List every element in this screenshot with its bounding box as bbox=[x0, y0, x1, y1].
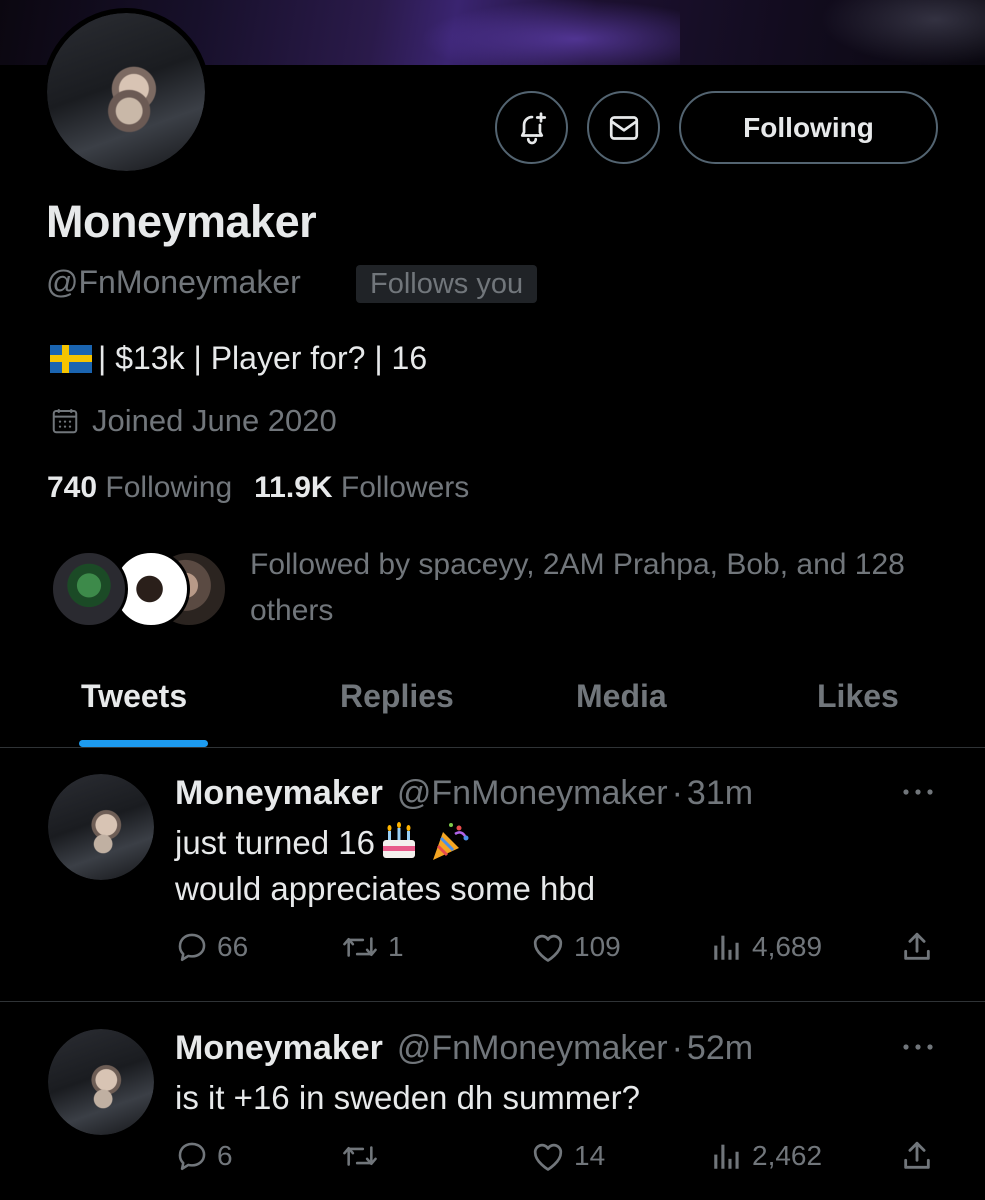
retweet-count: 1 bbox=[388, 931, 404, 962]
message-button[interactable] bbox=[587, 91, 660, 164]
tweet-header: Moneymaker @FnMoneymaker · 52m bbox=[175, 1029, 753, 1068]
tweet-line: just turned 16 bbox=[175, 820, 595, 866]
views-button[interactable]: 2,462 bbox=[710, 1139, 822, 1173]
profile-avatar[interactable] bbox=[42, 8, 210, 176]
tweet-author-name[interactable]: Moneymaker bbox=[175, 774, 383, 813]
reply-count: 66 bbox=[217, 931, 249, 962]
like-count: 14 bbox=[574, 1140, 606, 1171]
following-stat[interactable]: 740 Following bbox=[47, 471, 232, 505]
share-icon bbox=[904, 932, 930, 960]
banner-shadow bbox=[820, 0, 985, 65]
tweet-timestamp[interactable]: 52m bbox=[687, 1029, 753, 1068]
follower-avatar bbox=[50, 550, 128, 628]
reply-button[interactable]: 6 bbox=[175, 1139, 233, 1173]
reply-icon bbox=[178, 1142, 206, 1171]
notifications-button[interactable] bbox=[495, 91, 568, 164]
tweet-avatar[interactable] bbox=[48, 1029, 154, 1135]
avatar-image bbox=[48, 774, 154, 880]
reply-icon bbox=[178, 933, 206, 962]
views-chart-icon bbox=[714, 1144, 739, 1169]
profile-handle: @FnMoneymaker bbox=[46, 264, 301, 300]
tweet-author-name[interactable]: Moneymaker bbox=[175, 1029, 383, 1068]
share-icon bbox=[904, 1141, 930, 1169]
followers-count: 11.9K bbox=[254, 471, 333, 504]
profile-tabs: Tweets Replies Media Likes bbox=[0, 670, 985, 748]
followers-label: Followers bbox=[340, 471, 470, 504]
like-button[interactable]: 14 bbox=[530, 1139, 605, 1173]
tweet-text: just turned 16 would appreciates some hb… bbox=[175, 820, 595, 912]
tweet-timestamp[interactable]: 31m bbox=[687, 774, 753, 813]
profile-bio: | $13k | Player for? | 16 bbox=[50, 340, 427, 377]
view-count: 2,462 bbox=[752, 1140, 823, 1171]
following-label: Following bbox=[105, 471, 233, 504]
tab-likes[interactable]: Likes bbox=[817, 678, 899, 715]
retweet-button[interactable]: 1 bbox=[340, 930, 404, 964]
tweet-author-handle[interactable]: @FnMoneymaker bbox=[397, 774, 668, 813]
reply-count: 6 bbox=[217, 1140, 233, 1171]
tweet-avatar[interactable] bbox=[48, 774, 154, 880]
followed-by-text[interactable]: Followed by spaceyy, 2AM Prahpa, Bob, an… bbox=[250, 542, 950, 634]
more-options-icon[interactable] bbox=[900, 1037, 936, 1057]
followed-by-avatars[interactable] bbox=[50, 550, 230, 630]
tweet-header: Moneymaker @FnMoneymaker · 31m bbox=[175, 774, 753, 813]
like-button[interactable]: 109 bbox=[530, 930, 621, 964]
tweet-actions: 6 14 2,462 bbox=[175, 1139, 945, 1179]
tweet-actions: 66 1 109 4,689 bbox=[175, 930, 945, 970]
calendar-icon bbox=[52, 409, 78, 434]
tweet[interactable]: Moneymaker @FnMoneymaker · 31m just turn… bbox=[0, 760, 985, 1002]
tweet-line-1: just turned 16 bbox=[175, 824, 375, 861]
banner-light-streak bbox=[420, 0, 680, 65]
tweet-line-2: would appreciates some hbd bbox=[175, 870, 596, 907]
avatar-image bbox=[48, 1029, 154, 1135]
share-button[interactable] bbox=[900, 930, 942, 964]
heart-icon bbox=[533, 1143, 563, 1171]
following-count: 740 bbox=[47, 471, 98, 504]
more-options-icon[interactable] bbox=[900, 782, 936, 802]
share-button[interactable] bbox=[900, 1139, 942, 1173]
joined-date: Joined June 2020 bbox=[50, 403, 337, 439]
reply-button[interactable]: 66 bbox=[175, 930, 248, 964]
tweet-author-handle[interactable]: @FnMoneymaker bbox=[397, 1029, 668, 1068]
retweet-icon bbox=[343, 1146, 377, 1166]
profile-name: Moneymaker bbox=[46, 196, 317, 247]
tweet-text: is it +16 in sweden dh summer? bbox=[175, 1075, 640, 1121]
bell-plus-icon bbox=[520, 111, 546, 144]
profile-stats: 740 Following 11.9K Followers bbox=[47, 471, 469, 505]
followers-stat[interactable]: 11.9K Followers bbox=[254, 471, 469, 505]
retweet-button[interactable] bbox=[340, 1139, 388, 1173]
separator-dot: · bbox=[671, 774, 683, 812]
tab-replies[interactable]: Replies bbox=[340, 678, 454, 715]
active-tab-indicator bbox=[79, 740, 208, 747]
birthday-cake-icon bbox=[382, 822, 415, 858]
party-popper-icon bbox=[432, 823, 469, 860]
view-count: 4,689 bbox=[752, 931, 823, 962]
following-button[interactable]: Following bbox=[679, 91, 938, 164]
separator-dot: · bbox=[671, 1029, 683, 1067]
retweet-icon bbox=[343, 937, 377, 957]
joined-text: Joined June 2020 bbox=[92, 403, 337, 438]
tab-tweets[interactable]: Tweets bbox=[81, 678, 187, 715]
sweden-flag-icon bbox=[50, 344, 92, 373]
views-chart-icon bbox=[714, 935, 739, 960]
tweet-line-1: is it +16 in sweden dh summer? bbox=[175, 1079, 640, 1116]
like-count: 109 bbox=[574, 931, 621, 962]
avatar-image bbox=[47, 13, 205, 171]
bio-text: | $13k | Player for? | 16 bbox=[98, 340, 428, 376]
heart-icon bbox=[533, 934, 563, 962]
envelope-icon bbox=[609, 115, 638, 140]
views-button[interactable]: 4,689 bbox=[710, 930, 822, 964]
tab-media[interactable]: Media bbox=[576, 678, 667, 715]
follows-you-badge: Follows you bbox=[356, 265, 538, 303]
tweet[interactable]: Moneymaker @FnMoneymaker · 52m is it +16… bbox=[0, 1015, 985, 1200]
